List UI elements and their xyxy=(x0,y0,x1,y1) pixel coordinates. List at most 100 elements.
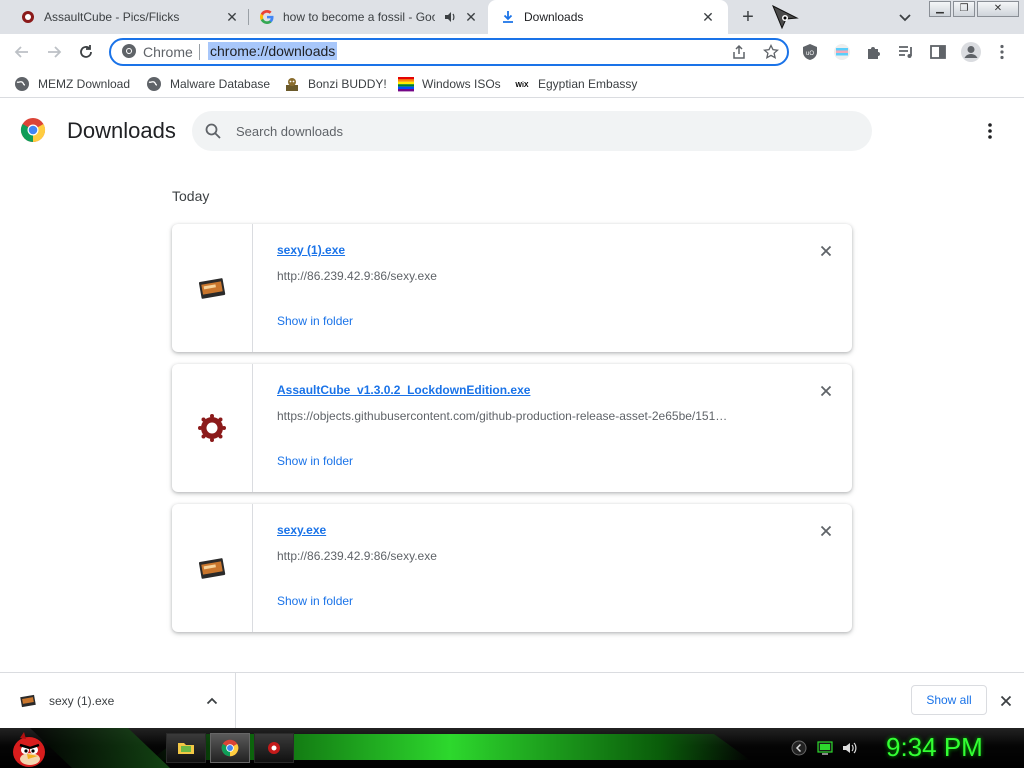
bonzi-icon xyxy=(286,78,298,91)
exe-file-icon xyxy=(198,278,226,299)
bookmark-label: Malware Database xyxy=(170,77,271,91)
close-shelf-icon[interactable] xyxy=(998,693,1014,709)
shelf-file-name: sexy (1).exe xyxy=(49,694,115,708)
assaultcube-icon xyxy=(22,11,34,23)
tab-close-icon[interactable]: ✕ xyxy=(700,9,716,25)
globe-icon xyxy=(147,77,161,91)
extensions-puzzle-icon[interactable] xyxy=(865,43,883,61)
tab-search-chevron-icon[interactable] xyxy=(896,8,914,26)
remove-item-icon[interactable] xyxy=(818,383,834,399)
tab-downloads[interactable]: Downloads ✕ xyxy=(488,0,728,34)
search-bar[interactable] xyxy=(192,111,872,151)
exe-file-icon xyxy=(20,694,36,708)
download-shelf: sexy (1).exe Show all xyxy=(0,672,1024,729)
windows-icon xyxy=(398,77,414,92)
shelf-download-item[interactable]: sexy (1).exe xyxy=(0,673,236,729)
browser-toolbar: Chrome chrome://downloads uO xyxy=(0,34,1024,70)
show-hidden-icons-chevron-icon[interactable] xyxy=(791,740,807,756)
download-item: AssaultCube_v1.3.0.2_LockdownEdition.exe… xyxy=(172,364,852,492)
profile-avatar[interactable] xyxy=(960,41,982,63)
network-icon[interactable] xyxy=(817,740,833,756)
tab-title: how to become a fossil - Goo xyxy=(283,10,435,24)
taskbar-decoration xyxy=(30,728,170,768)
taskbar-assaultcube[interactable] xyxy=(254,733,294,763)
file-source-url[interactable]: http://86.239.42.9:86/sexy.exe xyxy=(277,549,777,563)
file-name-link[interactable]: sexy (1).exe xyxy=(277,243,345,257)
chrome-site-icon xyxy=(122,44,136,58)
search-input[interactable] xyxy=(236,111,856,151)
url-text[interactable]: chrome://downloads xyxy=(208,42,338,60)
show-in-folder-link[interactable]: Show in folder xyxy=(277,454,353,468)
side-panel-icon[interactable] xyxy=(929,43,947,61)
tab-strip: AssaultCube - Pics/Flicks ✕ how to becom… xyxy=(0,0,1024,34)
volume-icon[interactable] xyxy=(841,740,857,756)
tab-close-icon[interactable]: ✕ xyxy=(463,9,479,25)
reload-button[interactable] xyxy=(74,40,98,64)
close-window-button[interactable]: ✕ xyxy=(977,1,1019,17)
ublock-origin-icon[interactable]: uO xyxy=(801,43,819,61)
bookmark-egyptian-embassy[interactable]: WiX Egyptian Embassy xyxy=(514,75,637,93)
bookmark-label: Egyptian Embassy xyxy=(538,77,638,91)
bookmark-label: Bonzi BUDDY! xyxy=(308,77,387,91)
chrome-menu-icon[interactable] xyxy=(993,43,1011,61)
search-icon xyxy=(205,123,221,139)
taskbar-chrome[interactable] xyxy=(210,733,250,763)
bookmark-star-icon[interactable] xyxy=(763,44,779,60)
rainbow-extension-icon[interactable] xyxy=(833,43,851,61)
taskbar-clock[interactable]: 9:34 PM xyxy=(886,732,983,763)
chrome-logo-icon xyxy=(221,739,239,757)
omnibox-divider xyxy=(199,44,200,60)
bookmarks-bar: MEMZ Download Malware Database Bonzi BUD… xyxy=(0,70,1024,98)
show-in-folder-link[interactable]: Show in folder xyxy=(277,594,353,608)
remove-item-icon[interactable] xyxy=(818,523,834,539)
file-icon-column xyxy=(172,224,253,352)
tab-close-icon[interactable]: ✕ xyxy=(224,9,240,25)
tab-fossil-search[interactable]: how to become a fossil - Goo ✕ xyxy=(249,0,487,34)
file-name-link[interactable]: AssaultCube_v1.3.0.2_LockdownEdition.exe xyxy=(277,383,530,397)
chrome-logo-icon xyxy=(20,118,46,142)
back-button[interactable] xyxy=(10,40,34,64)
reload-icon xyxy=(80,45,92,58)
download-item: sexy (1).exe http://86.239.42.9:86/sexy.… xyxy=(172,224,852,352)
show-all-button[interactable]: Show all xyxy=(911,685,987,715)
tab-title: AssaultCube - Pics/Flicks xyxy=(44,10,180,24)
file-name-link[interactable]: sexy.exe xyxy=(277,523,326,537)
audio-playing-icon[interactable] xyxy=(443,10,457,24)
taskbar: 9:34 PM xyxy=(0,728,1024,768)
restore-window-button[interactable]: ❐ xyxy=(953,1,975,17)
file-source-url[interactable]: https://objects.githubusercontent.com/gi… xyxy=(277,409,777,423)
taskbar-file-explorer[interactable] xyxy=(166,733,206,763)
download-icon xyxy=(503,11,513,23)
start-button-angry-bird-icon[interactable] xyxy=(8,730,48,768)
site-chip: Chrome xyxy=(143,44,193,60)
bookmark-windows-isos[interactable]: Windows ISOs xyxy=(398,75,501,93)
date-section-header: Today xyxy=(172,188,210,204)
assaultcube-icon xyxy=(268,742,280,754)
svg-text:WiX: WiX xyxy=(515,82,528,89)
show-in-folder-link[interactable]: Show in folder xyxy=(277,314,353,328)
folder-icon xyxy=(178,743,194,754)
chevron-up-icon[interactable] xyxy=(205,694,219,708)
back-arrow-icon xyxy=(14,46,28,58)
minimize-window-button[interactable]: ▁ xyxy=(929,1,951,17)
remove-item-icon[interactable] xyxy=(818,243,834,259)
file-source-url[interactable]: http://86.239.42.9:86/sexy.exe xyxy=(277,269,777,283)
assaultcube-icon xyxy=(198,414,226,442)
bookmark-malware-database[interactable]: Malware Database xyxy=(146,75,270,93)
file-icon-column xyxy=(172,504,253,632)
bookmark-memz-download[interactable]: MEMZ Download xyxy=(14,75,130,93)
more-actions-icon[interactable] xyxy=(978,121,1002,141)
bookmark-bonzi-buddy[interactable]: Bonzi BUDDY! xyxy=(284,75,387,93)
forward-button[interactable] xyxy=(42,40,66,64)
media-controls-icon[interactable] xyxy=(897,43,915,61)
forward-arrow-icon xyxy=(48,46,62,58)
wix-icon: WiX xyxy=(515,82,528,89)
bookmark-label: MEMZ Download xyxy=(38,77,131,91)
share-icon[interactable] xyxy=(731,44,747,60)
address-bar[interactable]: Chrome chrome://downloads xyxy=(109,38,789,66)
new-tab-button[interactable]: + xyxy=(736,6,760,28)
tab-assaultcube[interactable]: AssaultCube - Pics/Flicks ✕ xyxy=(0,0,248,34)
file-icon-column xyxy=(172,364,253,492)
mouse-cursor-icon xyxy=(772,4,799,30)
downloads-page: Downloads Today sexy (1).exe http://86.2… xyxy=(0,99,1024,672)
